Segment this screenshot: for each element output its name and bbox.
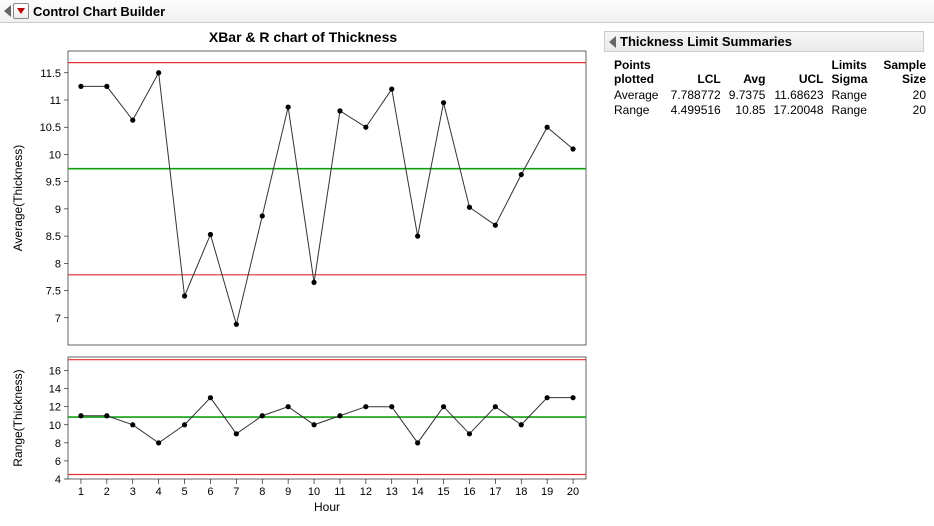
disclosure-triangle-icon[interactable] [609, 36, 616, 48]
svg-text:6: 6 [55, 456, 61, 468]
svg-text:12: 12 [49, 402, 61, 414]
svg-text:14: 14 [412, 486, 424, 498]
svg-text:8: 8 [55, 438, 61, 450]
svg-text:8.5: 8.5 [46, 231, 61, 243]
svg-text:12: 12 [360, 486, 372, 498]
disclosure-triangle-icon[interactable] [4, 5, 11, 17]
svg-text:11: 11 [50, 95, 61, 107]
svg-text:Average(Thickness): Average(Thickness) [11, 145, 25, 252]
svg-text:20: 20 [567, 486, 579, 498]
svg-text:9: 9 [285, 486, 291, 498]
svg-text:4: 4 [55, 474, 61, 486]
chart-title: XBar & R chart of Thickness [6, 29, 600, 45]
col-n: Sample Size [880, 58, 934, 88]
svg-text:10: 10 [49, 149, 61, 161]
svg-text:5: 5 [181, 486, 187, 498]
svg-text:17: 17 [489, 486, 501, 498]
col-points: Points plotted [614, 58, 671, 88]
panel-title: Control Chart Builder [33, 4, 165, 19]
summary-table: Points plotted LCL Avg UCL Limits Sigma … [614, 58, 934, 118]
col-ucl: UCL [773, 58, 831, 88]
col-avg: Avg [729, 58, 774, 88]
table-row: Average7.7887729.737511.68623Range20 [614, 88, 934, 103]
svg-text:2: 2 [104, 486, 110, 498]
svg-text:14: 14 [49, 384, 61, 396]
svg-text:8: 8 [259, 486, 265, 498]
svg-text:10: 10 [49, 420, 61, 432]
svg-text:8: 8 [55, 258, 61, 270]
svg-text:10.5: 10.5 [40, 122, 61, 134]
svg-text:16: 16 [49, 366, 61, 378]
svg-text:19: 19 [541, 486, 553, 498]
control-chart[interactable]: 7 7.5 8 8.5 9 9.5 10 10.5 11 11.5 Average(Thicknes… [6, 47, 600, 525]
svg-text:18: 18 [515, 486, 527, 498]
svg-text:13: 13 [386, 486, 398, 498]
summary-header[interactable]: Thickness Limit Summaries [604, 31, 924, 52]
col-lcl: LCL [671, 58, 729, 88]
svg-text:16: 16 [463, 486, 475, 498]
svg-text:Range(Thickness): Range(Thickness) [11, 369, 25, 466]
svg-text:9: 9 [55, 204, 61, 216]
col-sigma: Limits Sigma [832, 58, 881, 88]
svg-text:1: 1 [78, 486, 84, 498]
svg-text:11: 11 [334, 486, 345, 498]
svg-text:10: 10 [308, 486, 320, 498]
svg-text:11.5: 11.5 [40, 68, 61, 80]
svg-text:7: 7 [55, 313, 61, 325]
svg-text:Hour: Hour [314, 500, 340, 514]
svg-text:6: 6 [207, 486, 213, 498]
panel-header: Control Chart Builder [0, 0, 934, 23]
summary-title: Thickness Limit Summaries [620, 34, 792, 49]
svg-text:3: 3 [130, 486, 136, 498]
svg-text:9.5: 9.5 [46, 177, 61, 189]
panel-menu-button[interactable] [13, 3, 29, 19]
svg-text:7.5: 7.5 [46, 286, 61, 298]
svg-text:15: 15 [437, 486, 449, 498]
chart-area: XBar & R chart of Thickness 7 7.5 8 8.5 9 9.5… [0, 23, 600, 525]
table-row: Range4.49951610.8517.20048Range20 [614, 103, 934, 118]
svg-text:4: 4 [156, 486, 162, 498]
svg-text:7: 7 [233, 486, 239, 498]
